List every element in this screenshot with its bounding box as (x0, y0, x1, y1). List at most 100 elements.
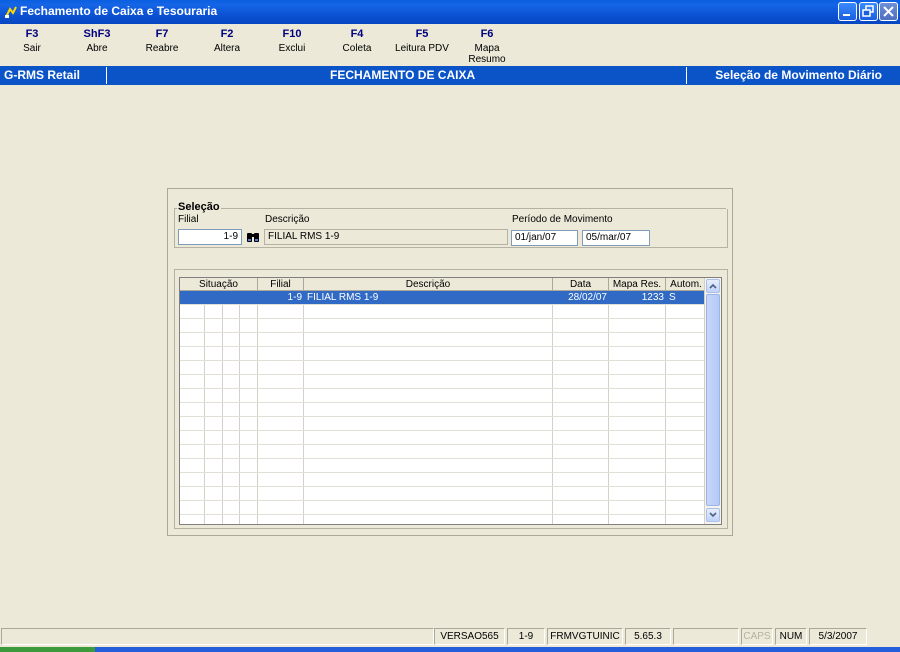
status-versao: VERSAO565 (434, 628, 505, 645)
periodo-label: Período de Movimento (512, 214, 613, 225)
status-date: 5/3/2007 (809, 628, 867, 645)
chevron-down-icon (709, 512, 717, 518)
selecao-title: Seleção (177, 201, 221, 213)
grid-column-line (666, 291, 707, 524)
grid-row-line (180, 318, 707, 319)
coleta-key: F4 (350, 28, 364, 40)
status-form: FRMVGTUINIC (547, 628, 623, 645)
restore-button[interactable] (859, 2, 878, 21)
col-header-mapa[interactable]: Mapa Res. (609, 278, 666, 291)
leitura-pdv-button[interactable]: F5 Leitura PDV (392, 28, 452, 54)
grid-row-line (180, 430, 707, 431)
altera-key: F2 (220, 28, 234, 40)
module-header: G-RMS Retail FECHAMENTO DE CAIXA Seleção… (0, 66, 900, 85)
col-header-descricao[interactable]: Descrição (304, 278, 553, 291)
grid-row-line (180, 304, 707, 305)
close-button[interactable] (879, 2, 898, 21)
app-icon (5, 6, 17, 18)
col-header-data[interactable]: Data (553, 278, 609, 291)
mapa-resumo-button[interactable]: F6 Mapa Resumo (457, 28, 517, 65)
reabre-label: Reabre (145, 43, 179, 54)
cell-data: 28/02/07 (568, 292, 607, 303)
col-header-autom[interactable]: Autom. (666, 278, 707, 291)
filial-input[interactable]: 1-9 (178, 229, 242, 245)
grid-column-line (258, 291, 304, 524)
grid-row-line (180, 458, 707, 459)
altera-button[interactable]: F2 Altera (197, 28, 257, 54)
grid-column-line (180, 291, 205, 524)
coleta-button[interactable]: F4 Coleta (327, 28, 387, 54)
grid-row-line (180, 416, 707, 417)
periodo-fim-input[interactable]: 05/mar/07 (582, 230, 650, 246)
abre-label: Abre (86, 43, 108, 54)
close-icon (883, 6, 894, 17)
exclui-button[interactable]: F10 Exclui (262, 28, 322, 54)
screen-subtitle: Seleção de Movimento Diário (715, 68, 882, 82)
scroll-thumb[interactable] (706, 294, 720, 506)
restore-icon (862, 5, 874, 17)
reabre-button[interactable]: F7 Reabre (132, 28, 192, 54)
altera-label: Altera (213, 43, 241, 54)
header-divider (106, 67, 107, 84)
leitura-pdv-key: F5 (415, 28, 429, 40)
product-name: G-RMS Retail (4, 68, 81, 82)
grid-row-line (180, 360, 707, 361)
grid-row-line (180, 500, 707, 501)
grid-column-line (304, 291, 553, 524)
descricao-field: FILIAL RMS 1-9 (264, 229, 508, 245)
sair-label: Sair (23, 43, 41, 54)
grid-row-line (180, 444, 707, 445)
grid-column-line (205, 291, 223, 524)
chevron-up-icon (709, 283, 717, 289)
vertical-scrollbar[interactable] (704, 278, 721, 524)
minimize-icon (843, 14, 850, 16)
cell-filial: 1-9 (287, 292, 302, 303)
start-button-edge (0, 647, 95, 652)
col-header-filial[interactable]: Filial (258, 278, 304, 291)
status-blank (673, 628, 739, 645)
sair-button[interactable]: F3 Sair (2, 28, 62, 54)
abre-key: ShF3 (83, 28, 111, 40)
reabre-key: F7 (155, 28, 169, 40)
binoculars-icon[interactable] (245, 229, 261, 245)
status-filial: 1-9 (507, 628, 545, 645)
sair-key: F3 (25, 28, 39, 40)
grid-column-line (553, 291, 609, 524)
grid-row-line (180, 486, 707, 487)
grid-column-line (609, 291, 666, 524)
col-header-situacao[interactable]: Situação (180, 278, 258, 291)
header-divider (686, 67, 687, 84)
cell-mapa: 1233 (641, 292, 664, 303)
leitura-pdv-label: Leitura PDV (395, 43, 449, 54)
status-release: 5.65.3 (625, 628, 671, 645)
periodo-inicio-input[interactable]: 01/jan/07 (511, 230, 578, 246)
exclui-label: Exclui (278, 43, 306, 54)
scroll-down-button[interactable] (706, 508, 720, 522)
minimize-button[interactable] (838, 2, 857, 21)
grid-row-line (180, 346, 707, 347)
exclui-key: F10 (282, 28, 302, 40)
taskbar-edge (0, 647, 900, 652)
grid-row-line (180, 332, 707, 333)
window-title: Fechamento de Caixa e Tesouraria (20, 4, 218, 18)
status-num: NUM (775, 628, 807, 645)
filial-label: Filial (178, 214, 199, 225)
grid-row-line (180, 472, 707, 473)
status-caps: CAPS (741, 628, 773, 645)
grid-column-line (223, 291, 240, 524)
scroll-up-button[interactable] (706, 279, 720, 293)
descricao-label: Descrição (265, 214, 310, 225)
status-bar: VERSAO565 1-9 FRMVGTUINIC 5.65.3 CAPS NU… (0, 627, 900, 647)
screen-title: FECHAMENTO DE CAIXA (330, 68, 476, 82)
grid-column-line (240, 291, 258, 524)
status-message (1, 628, 434, 645)
title-bar: Fechamento de Caixa e Tesouraria (0, 0, 900, 24)
grid-row-line (180, 514, 707, 515)
function-key-toolbar: F3 Sair ShF3 Abre F7 Reabre F2 Altera F1… (0, 24, 900, 66)
mapa-resumo-label: Mapa Resumo (468, 43, 506, 65)
movimento-grid[interactable]: Situação Filial Descrição Data Mapa Res.… (179, 277, 722, 525)
abre-button[interactable]: ShF3 Abre (67, 28, 127, 54)
table-row[interactable]: 1-9 FILIAL RMS 1-9 28/02/07 1233 S (180, 291, 707, 304)
movimento-frame: Situação Filial Descrição Data Mapa Res.… (174, 269, 728, 529)
grid-row-line (180, 402, 707, 403)
